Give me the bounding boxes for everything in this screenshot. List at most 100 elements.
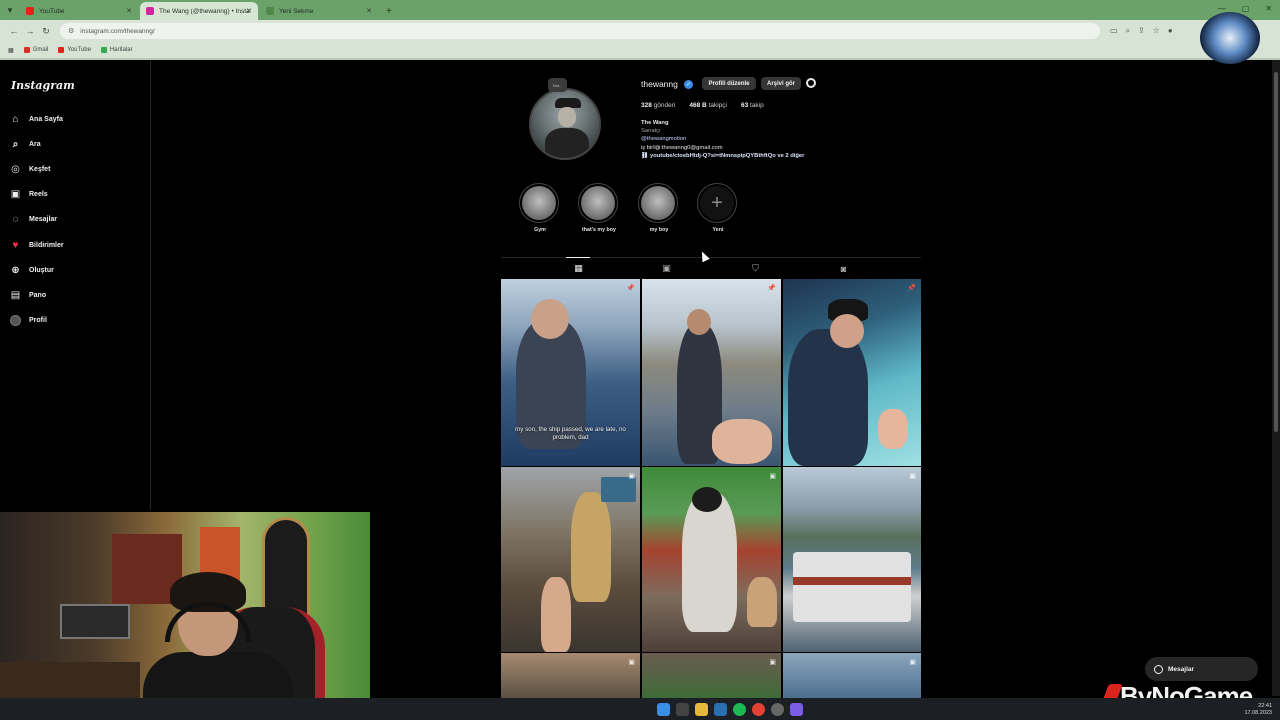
post-thumbnail[interactable]: ▣: [642, 653, 781, 698]
sidebar-item-dashboard[interactable]: ▤ Pano: [10, 290, 46, 301]
back-icon[interactable]: ←: [6, 26, 22, 36]
post-thumbnail[interactable]: 📌 my son, the ship passed, we are late, …: [501, 279, 640, 466]
reel-icon: ▣: [909, 473, 916, 480]
browser-tab[interactable]: Yeni Sekme ✕: [260, 2, 378, 20]
posts-grid-icon[interactable]: ▦: [573, 263, 584, 274]
compass-icon: ◎: [11, 164, 20, 175]
new-tab-button[interactable]: +: [380, 6, 398, 20]
highlight-label: my boy: [649, 227, 669, 233]
post-thumbnail[interactable]: ▣: [501, 467, 640, 652]
bookmark-label: Haritalar: [109, 47, 133, 53]
reel-icon: ▣: [769, 659, 776, 666]
browser-tab-active[interactable]: The Wang (@thewanng) • Insta ✕: [140, 2, 258, 20]
highlight-item[interactable]: that's my boy: [578, 183, 620, 233]
reload-icon[interactable]: ↻: [38, 26, 54, 37]
sidebar-item-explore[interactable]: ◎ Keşfet: [10, 164, 50, 175]
shark-channel-logo: [1200, 12, 1260, 64]
sidebar-item-create[interactable]: ⊕ Oluştur: [10, 265, 54, 276]
install-app-icon[interactable]: ▭: [1110, 26, 1118, 36]
maximize-icon[interactable]: ▢: [1242, 4, 1250, 13]
post-thumbnail[interactable]: ▣: [783, 653, 921, 698]
reels-tab-icon[interactable]: ▣: [661, 263, 672, 274]
mouse-cursor: [698, 249, 710, 263]
tab-title: The Wang (@thewanng) • Insta: [159, 7, 250, 15]
link-text: youtube/ctoebHtdj-Q?si=tNmnspipQYBthftQo…: [649, 152, 805, 159]
forward-icon[interactable]: →: [22, 26, 38, 36]
extension-icon[interactable]: ●: [1168, 26, 1173, 36]
taskbar-clock[interactable]: 22:41 17.08.2023: [1244, 703, 1272, 717]
tab-search-button[interactable]: ▾: [0, 0, 20, 20]
sidebar-item-label: Ana Sayfa: [29, 116, 63, 123]
tab-title: Yeni Sekme: [279, 7, 314, 15]
bookmark-star-icon[interactable]: ☆: [1153, 26, 1160, 36]
sidebar-item-home[interactable]: ⌂ Ana Sayfa: [10, 114, 63, 125]
new-highlight-button[interactable]: + Yeni: [697, 183, 739, 233]
profile-picture[interactable]: [529, 88, 601, 160]
post-thumbnail[interactable]: ▣: [642, 467, 781, 652]
scrollbar-thumb[interactable]: [1274, 72, 1278, 432]
bookmark-gmail[interactable]: Gmail: [23, 47, 48, 53]
toolbar-divider: [0, 58, 1280, 60]
browser-tab-bar: ▾ YouTube ✕ The Wang (@thewanng) • Insta…: [0, 0, 1280, 20]
sidebar-item-search[interactable]: ⌕ Ara: [10, 139, 41, 150]
settings-gear-icon[interactable]: [806, 78, 816, 88]
highlight-item[interactable]: Gym: [519, 183, 561, 233]
apps-grid-icon[interactable]: ▦: [8, 47, 14, 54]
post-thumbnail[interactable]: ▣: [501, 653, 640, 698]
sidebar-item-profile[interactable]: Profil: [10, 315, 47, 326]
messages-floating-button[interactable]: Mesajlar: [1145, 657, 1258, 681]
profile-tabs-divider: [501, 257, 921, 258]
reels-icon: ▣: [10, 189, 21, 200]
site-info-icon[interactable]: ⚙: [68, 27, 74, 35]
share-icon[interactable]: ⇪: [1138, 26, 1145, 36]
instagram-logo[interactable]: Instagram: [11, 79, 75, 92]
sidebar-item-label: Mesajlar: [29, 216, 58, 223]
pinned-icon: 📌: [767, 285, 776, 292]
post-thumbnail[interactable]: 📌: [642, 279, 781, 466]
followers-stat[interactable]: 468 B takipçi: [689, 102, 727, 109]
bookmark-maps[interactable]: Haritalar: [100, 47, 133, 53]
chrome-icon[interactable]: [752, 702, 765, 716]
sidebar-item-label: Reels: [29, 191, 48, 198]
sidebar-item-notifications[interactable]: ♥ Bildirimler: [10, 240, 64, 251]
bio-external-link[interactable]: ⛓ youtube/ctoebHtdj-Q?si=tNmnspipQYBthft…: [641, 152, 804, 160]
zoom-icon[interactable]: ⌕: [1126, 26, 1130, 36]
post-thumbnail[interactable]: 📌: [783, 279, 921, 466]
file-explorer-icon[interactable]: [695, 702, 708, 716]
profile-note-bubble[interactable]: Not...: [548, 78, 567, 92]
post-thumbnail[interactable]: ▣: [783, 467, 921, 652]
address-bar[interactable]: ⚙ instagram.com/thewanng/: [60, 23, 1100, 39]
windows-start-icon[interactable]: [657, 702, 670, 716]
windows-taskbar: 22:41 17.08.2023: [0, 698, 1280, 720]
messenger-icon: ◌: [12, 214, 19, 225]
bookmark-youtube[interactable]: YouTube: [58, 47, 91, 53]
bio-category: Sanatçı: [641, 128, 661, 135]
close-window-icon[interactable]: ✕: [1265, 4, 1272, 13]
sidebar-item-label: Oluştur: [29, 267, 54, 274]
steam-icon[interactable]: [714, 702, 727, 716]
spotify-icon[interactable]: [733, 702, 746, 716]
browser-tab[interactable]: YouTube ✕: [20, 2, 138, 20]
close-tab-icon[interactable]: ✕: [126, 7, 132, 15]
saved-bookmark-icon[interactable]: ⛉: [750, 263, 761, 274]
sidebar-item-messages[interactable]: ◌ Mesajlar: [10, 214, 58, 225]
verified-badge-icon: ✓: [684, 80, 693, 89]
following-stat[interactable]: 63 takip: [741, 102, 764, 109]
tagged-icon[interactable]: ◙: [838, 263, 849, 274]
close-tab-icon[interactable]: ✕: [246, 7, 252, 15]
highlight-cover: [581, 186, 615, 220]
bio-tag-link[interactable]: @thewangmotion: [641, 135, 804, 143]
sidebar-item-label: Keşfet: [29, 166, 51, 173]
obs-icon[interactable]: [771, 702, 784, 716]
sidebar-item-reels[interactable]: ▣ Reels: [10, 189, 48, 200]
view-archive-button[interactable]: Arşivi gör: [761, 77, 801, 90]
close-tab-icon[interactable]: ✕: [366, 7, 372, 15]
sidebar-item-label: Bildirimler: [29, 242, 64, 249]
highlight-item[interactable]: my boy: [638, 183, 680, 233]
search-icon[interactable]: [676, 702, 689, 716]
sidebar-item-label: Pano: [29, 292, 47, 299]
messages-label: Mesajlar: [1168, 665, 1195, 673]
discord-icon[interactable]: [790, 702, 803, 716]
edit-profile-button[interactable]: Profili düzenle: [702, 77, 756, 90]
reel-icon: ▣: [628, 659, 635, 666]
